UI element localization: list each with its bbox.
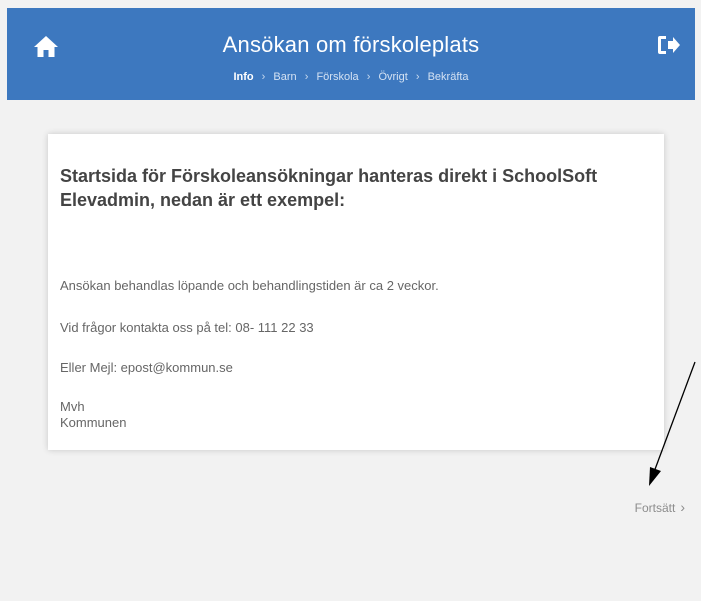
continue-button[interactable]: Fortsätt ›: [635, 499, 685, 515]
breadcrumb-item-ovrigt[interactable]: Övrigt: [378, 71, 407, 83]
logout-button[interactable]: [657, 34, 681, 56]
breadcrumb-separator: ›: [415, 71, 420, 83]
breadcrumb-item-bekrafta[interactable]: Bekräfta: [428, 71, 469, 83]
breadcrumb-separator: ›: [261, 71, 266, 83]
page-title: Ansökan om förskoleplats: [222, 32, 480, 57]
breadcrumb: Info › Barn › Förskola › Övrigt › Bekräf…: [7, 71, 695, 83]
processing-time-text: Ansökan behandlas löpande och behandling…: [60, 278, 439, 293]
logout-icon: [658, 36, 680, 54]
signoff-sender-text: Kommunen: [60, 415, 127, 430]
breadcrumb-separator: ›: [366, 71, 371, 83]
breadcrumb-item-info[interactable]: Info: [233, 71, 253, 83]
info-card: Startsida för Förskoleansökningar hanter…: [48, 134, 664, 450]
card-heading: Startsida för Förskoleansökningar hanter…: [60, 166, 598, 210]
continue-label: Fortsätt: [634, 501, 676, 515]
breadcrumb-item-forskola[interactable]: Förskola: [316, 71, 358, 83]
app-header: Ansökan om förskoleplats Info › Barn › F…: [7, 8, 695, 100]
breadcrumb-separator: ›: [304, 71, 309, 83]
breadcrumb-item-barn[interactable]: Barn: [273, 71, 296, 83]
signoff-text: Mvh: [60, 399, 85, 414]
contact-email-text: Eller Mejl: epost@kommun.se: [60, 360, 233, 375]
chevron-right-icon: ›: [680, 499, 685, 515]
arrow-head: [649, 467, 661, 486]
contact-phone-text: Vid frågor kontakta oss på tel: 08- 111 …: [60, 320, 314, 335]
